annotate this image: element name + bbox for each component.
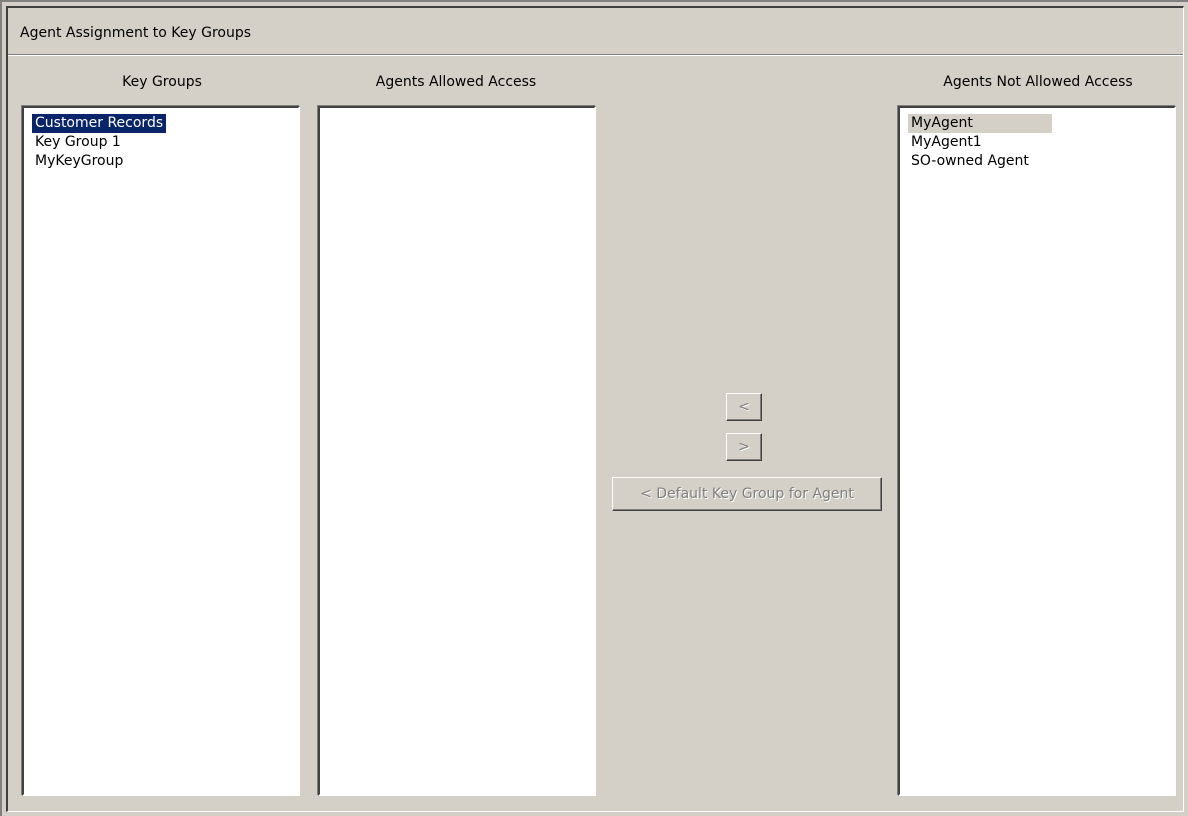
move-left-label: < bbox=[738, 399, 750, 415]
default-key-group-button[interactable]: < Default Key Group for Agent bbox=[612, 477, 882, 511]
agent-item-so-owned-agent[interactable]: SO-owned Agent bbox=[908, 152, 1166, 171]
panel-title-bar: Agent Assignment to Key Groups bbox=[8, 8, 1183, 55]
agent-item-myagent[interactable]: MyAgent bbox=[908, 114, 1052, 133]
key-group-item-key-group-1[interactable]: Key Group 1 bbox=[32, 133, 290, 152]
key-groups-list[interactable]: Customer Records Key Group 1 MyKeyGroup bbox=[22, 106, 300, 796]
default-key-group-label: < Default Key Group for Agent bbox=[640, 486, 854, 502]
agents-allowed-header: Agents Allowed Access bbox=[375, 74, 537, 90]
key-group-item-customer-records[interactable]: Customer Records bbox=[32, 114, 167, 133]
agents-not-allowed-list[interactable]: MyAgent MyAgent1 SO-owned Agent bbox=[898, 106, 1176, 796]
key-group-item-mykeygroup[interactable]: MyKeyGroup bbox=[32, 152, 290, 171]
move-right-button[interactable]: > bbox=[726, 433, 762, 461]
move-right-label: > bbox=[738, 439, 750, 455]
agents-allowed-list[interactable] bbox=[318, 106, 596, 796]
agents-not-allowed-header: Agents Not Allowed Access bbox=[943, 74, 1133, 90]
agent-item-myagent1[interactable]: MyAgent1 bbox=[908, 133, 1166, 152]
panel-title: Agent Assignment to Key Groups bbox=[20, 25, 252, 41]
move-left-button[interactable]: < bbox=[726, 393, 762, 421]
agent-assignment-panel: Agent Assignment to Key Groups Key Group… bbox=[6, 6, 1184, 812]
agent-assignment-window: Agent Assignment to Key Groups Key Group… bbox=[0, 0, 1188, 816]
key-groups-header: Key Groups bbox=[122, 74, 202, 90]
